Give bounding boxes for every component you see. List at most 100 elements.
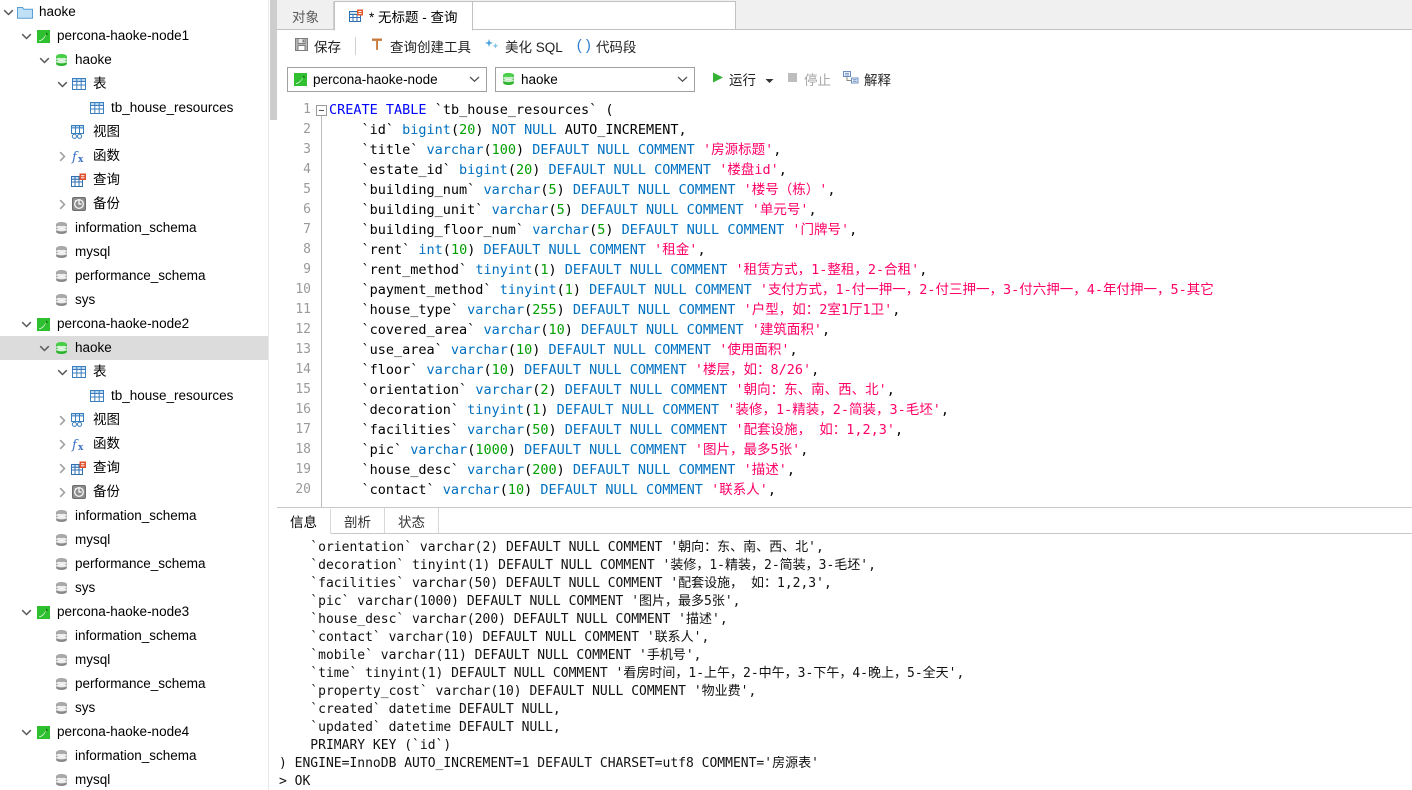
tree-item-[interactable]: 视图: [0, 120, 277, 144]
results-tab-2[interactable]: 状态: [385, 508, 439, 533]
tab-objects[interactable]: 对象: [277, 1, 334, 30]
code-line[interactable]: `decoration` tinyint(1) DEFAULT NULL COM…: [329, 400, 1412, 420]
chevron-right-icon[interactable]: [54, 415, 70, 426]
tree-item-information_schema[interactable]: information_schema: [0, 624, 277, 648]
chevron-right-icon[interactable]: [54, 439, 70, 450]
tree-item-[interactable]: f x 函数: [0, 144, 277, 168]
code-line[interactable]: `rent` int(10) DEFAULT NULL COMMENT '租金'…: [329, 240, 1412, 260]
line-number: 8: [303, 242, 311, 257]
tree-item-[interactable]: 视图: [0, 408, 277, 432]
tree-item-sys[interactable]: sys: [0, 696, 277, 720]
code-line[interactable]: `payment_method` tinyint(1) DEFAULT NULL…: [329, 280, 1412, 300]
tree-item-[interactable]: 查询: [0, 168, 277, 192]
query-builder-button[interactable]: 查询创建工具: [363, 34, 478, 58]
tree-item-[interactable]: 查询: [0, 456, 277, 480]
tree-item-sys[interactable]: sys: [0, 288, 277, 312]
tree-item-tb_house_resources[interactable]: tb_house_resources: [0, 384, 277, 408]
tree-item-performance_schema[interactable]: performance_schema: [0, 264, 277, 288]
chevron-down-icon[interactable]: [36, 344, 52, 353]
code-line[interactable]: `facilities` varchar(50) DEFAULT NULL CO…: [329, 420, 1412, 440]
sql-code-editor[interactable]: 1 2 3 4 5 6 7 8 9 10 11 12 13 14 15 16 17 18 19 20 CREATE T…: [277, 97, 1412, 507]
tree-item-information_schema[interactable]: information_schema: [0, 216, 277, 240]
tree-item-[interactable]: 表: [0, 360, 277, 384]
chevron-down-icon[interactable]: [54, 368, 70, 377]
tree-item-[interactable]: 备份: [0, 480, 277, 504]
sidebar-scrollbar[interactable]: [268, 0, 277, 790]
code-line[interactable]: `id` bigint(20) NOT NULL AUTO_INCREMENT,: [329, 120, 1412, 140]
code-line[interactable]: `rent_method` tinyint(1) DEFAULT NULL CO…: [329, 260, 1412, 280]
tree-item-performance_schema[interactable]: performance_schema: [0, 672, 277, 696]
tree-item-haoke[interactable]: haoke: [0, 336, 277, 360]
chevron-down-icon[interactable]: [36, 56, 52, 65]
sql-text[interactable]: CREATE TABLE `tb_house_resources` ( `id`…: [329, 97, 1412, 507]
stop-button[interactable]: 停止: [780, 67, 837, 91]
chevron-down-icon[interactable]: [18, 320, 34, 329]
tab-query[interactable]: * 无标题 - 查询: [334, 1, 473, 31]
sidebar-scrollbar-thumb[interactable]: [270, 0, 277, 120]
results-tabstrip[interactable]: 信息 剖析 状态: [277, 508, 1412, 534]
code-line[interactable]: CREATE TABLE `tb_house_resources` (: [329, 100, 1412, 120]
code-line[interactable]: `covered_area` varchar(10) DEFAULT NULL …: [329, 320, 1412, 340]
code-fold-column[interactable]: [315, 97, 329, 507]
code-snippet-button[interactable]: ( ) 代码段: [570, 34, 644, 58]
tree-item-perconahaokenode4[interactable]: percona-haoke-node4: [0, 720, 277, 744]
code-line[interactable]: `estate_id` bigint(20) DEFAULT NULL COMM…: [329, 160, 1412, 180]
fold-toggle-icon[interactable]: [316, 105, 327, 116]
chevron-down-icon[interactable]: [466, 75, 482, 83]
tree-item-mysql[interactable]: mysql: [0, 240, 277, 264]
tree-item-haoke[interactable]: haoke: [0, 0, 277, 24]
tree-item-[interactable]: 备份: [0, 192, 277, 216]
beautify-sql-button[interactable]: 美化 SQL: [478, 34, 570, 58]
database-select[interactable]: haoke: [495, 66, 695, 92]
results-tab-0[interactable]: 信息: [277, 509, 331, 534]
tree-item-mysql[interactable]: mysql: [0, 648, 277, 672]
query-toolbar[interactable]: 保存 查询创建工具 美化 SQL () 代码段: [277, 30, 1412, 61]
tree-item-perconahaokenode2[interactable]: percona-haoke-node2: [0, 312, 277, 336]
tree-item-mysql[interactable]: mysql: [0, 528, 277, 552]
tree-item-performance_schema[interactable]: performance_schema: [0, 552, 277, 576]
code-line[interactable]: `pic` varchar(1000) DEFAULT NULL COMMENT…: [329, 440, 1412, 460]
code-line[interactable]: `house_desc` varchar(200) DEFAULT NULL C…: [329, 460, 1412, 480]
code-line[interactable]: `contact` varchar(10) DEFAULT NULL COMME…: [329, 480, 1412, 500]
results-tab-1[interactable]: 剖析: [331, 508, 385, 533]
connection-tree[interactable]: haoke percona-haoke-node1 haoke 表 tb_house_r…: [0, 0, 277, 790]
chevron-down-icon[interactable]: [18, 32, 34, 41]
object-tree-sidebar[interactable]: haoke percona-haoke-node1 haoke 表 tb_house_r…: [0, 0, 277, 790]
code-line[interactable]: `title` varchar(100) DEFAULT NULL COMMEN…: [329, 140, 1412, 160]
code-line[interactable]: `building_unit` varchar(5) DEFAULT NULL …: [329, 200, 1412, 220]
chevron-right-icon[interactable]: [54, 487, 70, 498]
chevron-down-icon[interactable]: [0, 8, 16, 17]
chevron-down-icon[interactable]: [18, 728, 34, 737]
code-line[interactable]: `floor` varchar(10) DEFAULT NULL COMMENT…: [329, 360, 1412, 380]
tree-item-perconahaokenode1[interactable]: percona-haoke-node1: [0, 24, 277, 48]
chevron-down-icon[interactable]: [18, 608, 34, 617]
tree-item-mysql[interactable]: mysql: [0, 768, 277, 790]
chevron-right-icon[interactable]: [54, 151, 70, 162]
run-dropdown-arrow[interactable]: [765, 72, 774, 87]
run-controls[interactable]: 运行 停止 解释: [705, 67, 897, 91]
chevron-down-icon[interactable]: [674, 75, 690, 83]
chevron-down-icon[interactable]: [54, 80, 70, 89]
tree-item-[interactable]: 表: [0, 72, 277, 96]
tree-item-sys[interactable]: sys: [0, 576, 277, 600]
code-line[interactable]: `building_num` varchar(5) DEFAULT NULL C…: [329, 180, 1412, 200]
editor-tabstrip[interactable]: 对象 * 无标题 - 查询: [277, 0, 1412, 31]
chevron-right-icon[interactable]: [54, 463, 70, 474]
query-context-bar[interactable]: percona-haoke-node haoke 运行 停止 解释: [277, 61, 1412, 97]
tree-item-information_schema[interactable]: information_schema: [0, 504, 277, 528]
run-button[interactable]: 运行: [705, 67, 780, 91]
code-line[interactable]: `house_type` varchar(255) DEFAULT NULL C…: [329, 300, 1412, 320]
chevron-right-icon[interactable]: [54, 199, 70, 210]
save-button[interactable]: 保存: [287, 34, 348, 58]
tree-item-information_schema[interactable]: information_schema: [0, 744, 277, 768]
code-line[interactable]: `use_area` varchar(10) DEFAULT NULL COMM…: [329, 340, 1412, 360]
tree-item-haoke[interactable]: haoke: [0, 48, 277, 72]
explain-button[interactable]: 解释: [837, 67, 897, 91]
code-line[interactable]: `orientation` varchar(2) DEFAULT NULL CO…: [329, 380, 1412, 400]
tree-item-tb_house_resources[interactable]: tb_house_resources: [0, 96, 277, 120]
tree-item-[interactable]: f x 函数: [0, 432, 277, 456]
connection-select[interactable]: percona-haoke-node: [287, 66, 487, 92]
code-line[interactable]: `building_floor_num` varchar(5) DEFAULT …: [329, 220, 1412, 240]
tree-item-perconahaokenode3[interactable]: percona-haoke-node3: [0, 600, 277, 624]
line-number: 18: [295, 442, 311, 457]
